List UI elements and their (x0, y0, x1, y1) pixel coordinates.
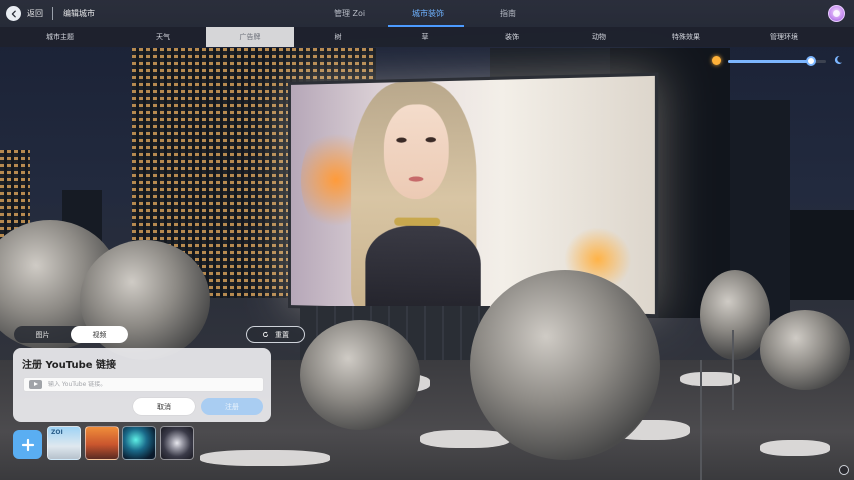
time-slider-fill (728, 60, 811, 63)
street-lamp-pole (700, 360, 702, 480)
image-tab[interactable]: 图片 (14, 326, 71, 343)
back-label[interactable]: 返回 (27, 8, 43, 19)
youtube-link-input[interactable] (48, 381, 248, 388)
category-bar: 城市主题 天气 广告牌 树 草 装饰 动物 特殊效果 管理环境 (0, 27, 854, 47)
add-media-button[interactable] (13, 430, 42, 459)
youtube-link-panel: 注册 YouTube 链接 取消 注册 (13, 348, 271, 422)
reset-button[interactable]: 重置 (246, 326, 305, 343)
category-grass[interactable]: 草 (382, 27, 468, 47)
youtube-panel-title: 注册 YouTube 链接 (22, 356, 116, 371)
category-billboard[interactable]: 广告牌 (206, 27, 294, 47)
tree (300, 320, 420, 430)
tree (470, 270, 660, 460)
cancel-button[interactable]: 取消 (133, 398, 195, 415)
aurora-thumbnail[interactable] (122, 426, 156, 460)
category-city-theme[interactable]: 城市主题 (0, 27, 120, 47)
category-tree[interactable]: 树 (294, 27, 382, 47)
tab-manage-zoi[interactable]: 管理 Zoi (334, 8, 365, 19)
reset-label: 重置 (275, 330, 289, 340)
snow-patch (420, 430, 510, 448)
youtube-link-field[interactable] (23, 377, 264, 392)
category-weather[interactable]: 天气 (120, 27, 206, 47)
back-button[interactable] (6, 6, 21, 21)
category-decoration[interactable]: 装饰 (468, 27, 556, 47)
category-manage-environment[interactable]: 管理环境 (730, 27, 838, 47)
category-special-effects[interactable]: 特殊效果 (642, 27, 730, 47)
snow-patch (200, 450, 330, 466)
avatar[interactable] (828, 5, 845, 22)
street-lamp-pole (732, 330, 734, 410)
billboard-lips (409, 176, 424, 181)
zoi-thumbnail[interactable]: ZOI (47, 426, 81, 460)
thumbnail-label: ZOI (51, 429, 63, 436)
camera-control-icon[interactable] (839, 465, 849, 475)
moon-icon (833, 55, 843, 65)
sunset-thumbnail[interactable] (85, 426, 119, 460)
snow-patch (680, 372, 740, 386)
register-button[interactable]: 注册 (201, 398, 263, 415)
top-bar: 返回 编辑城市 管理 Zoi 城市装饰 指南 (0, 0, 854, 27)
sun-icon (712, 56, 721, 65)
page-title: 编辑城市 (63, 8, 95, 19)
snow-patch (760, 440, 830, 456)
building-far-right (790, 210, 854, 300)
tree (760, 310, 850, 390)
tab-guide[interactable]: 指南 (500, 8, 516, 19)
media-type-toggle: 图片 视频 (14, 326, 128, 343)
top-divider (52, 7, 53, 20)
moon-thumbnail[interactable] (160, 426, 194, 460)
youtube-icon (29, 380, 42, 389)
tab-city-decoration[interactable]: 城市装饰 (412, 8, 444, 19)
billboard-figure-body (365, 226, 480, 318)
refresh-icon (262, 331, 269, 338)
billboard-necklace (394, 218, 440, 227)
chevron-left-icon (10, 10, 18, 18)
plus-icon (21, 438, 35, 452)
video-tab[interactable]: 视频 (71, 326, 128, 343)
billboard-face (384, 104, 449, 199)
category-animals[interactable]: 动物 (556, 27, 642, 47)
